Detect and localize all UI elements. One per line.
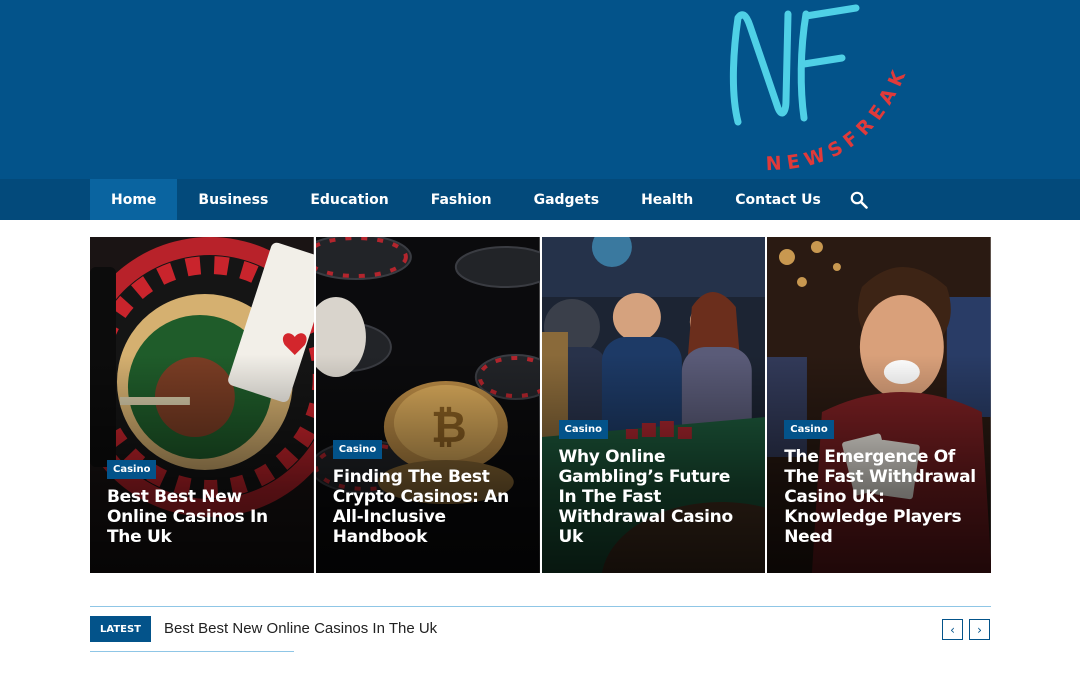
- post-title[interactable]: Best Best New Online Casinos In The Uk: [107, 487, 302, 547]
- ticker-prev-button[interactable]: ‹: [942, 619, 963, 640]
- ticker-next-button[interactable]: ›: [969, 619, 990, 640]
- nav-item-contact-us[interactable]: Contact Us: [714, 179, 842, 220]
- latest-label: LATEST: [90, 616, 151, 642]
- newsfreak-logo-icon: NEWSFREAK: [729, 4, 906, 175]
- site-header: NEWSFREAK: [0, 0, 1080, 179]
- ticker-underline: [90, 651, 294, 652]
- post-title[interactable]: Why Online Gambling’s Future In The Fast…: [559, 447, 754, 547]
- main-navigation: Home Business Education Fashion Gadgets …: [0, 179, 1080, 220]
- chevron-right-icon: ›: [977, 622, 982, 637]
- search-icon: [850, 191, 868, 209]
- featured-post-card[interactable]: Casino Best Best New Online Casinos In T…: [90, 237, 314, 573]
- site-logo[interactable]: NEWSFREAK: [716, 0, 936, 179]
- featured-post-card[interactable]: Casino The Emergence Of The Fast Withdra…: [767, 237, 991, 573]
- featured-posts-grid: Casino Best Best New Online Casinos In T…: [90, 237, 991, 573]
- post-title[interactable]: Finding The Best Crypto Casinos: An All-…: [333, 467, 528, 547]
- category-badge[interactable]: Casino: [332, 440, 383, 459]
- category-badge[interactable]: Casino: [558, 420, 608, 439]
- nav-item-business[interactable]: Business: [177, 179, 289, 220]
- nav-item-health[interactable]: Health: [620, 179, 714, 220]
- category-badge[interactable]: Casino: [107, 460, 157, 479]
- featured-post-card[interactable]: ₿ Casino Finding The Best Crypto Casinos…: [315, 237, 540, 573]
- nav-item-home[interactable]: Home: [90, 179, 178, 220]
- nav-item-education[interactable]: Education: [289, 179, 409, 220]
- featured-post-card[interactable]: Casino Why Online Gambling’s Future In T…: [541, 237, 766, 573]
- post-title[interactable]: The Emergence Of The Fast Withdrawal Cas…: [784, 447, 979, 547]
- search-button[interactable]: [842, 179, 880, 220]
- nav-item-fashion[interactable]: Fashion: [410, 179, 513, 220]
- ticker-divider: [90, 606, 991, 607]
- category-badge[interactable]: Casino: [784, 420, 834, 439]
- chevron-left-icon: ‹: [950, 622, 955, 637]
- ticker-headline[interactable]: Best Best New Online Casinos In The Uk: [164, 620, 437, 637]
- nav-item-gadgets[interactable]: Gadgets: [513, 179, 621, 220]
